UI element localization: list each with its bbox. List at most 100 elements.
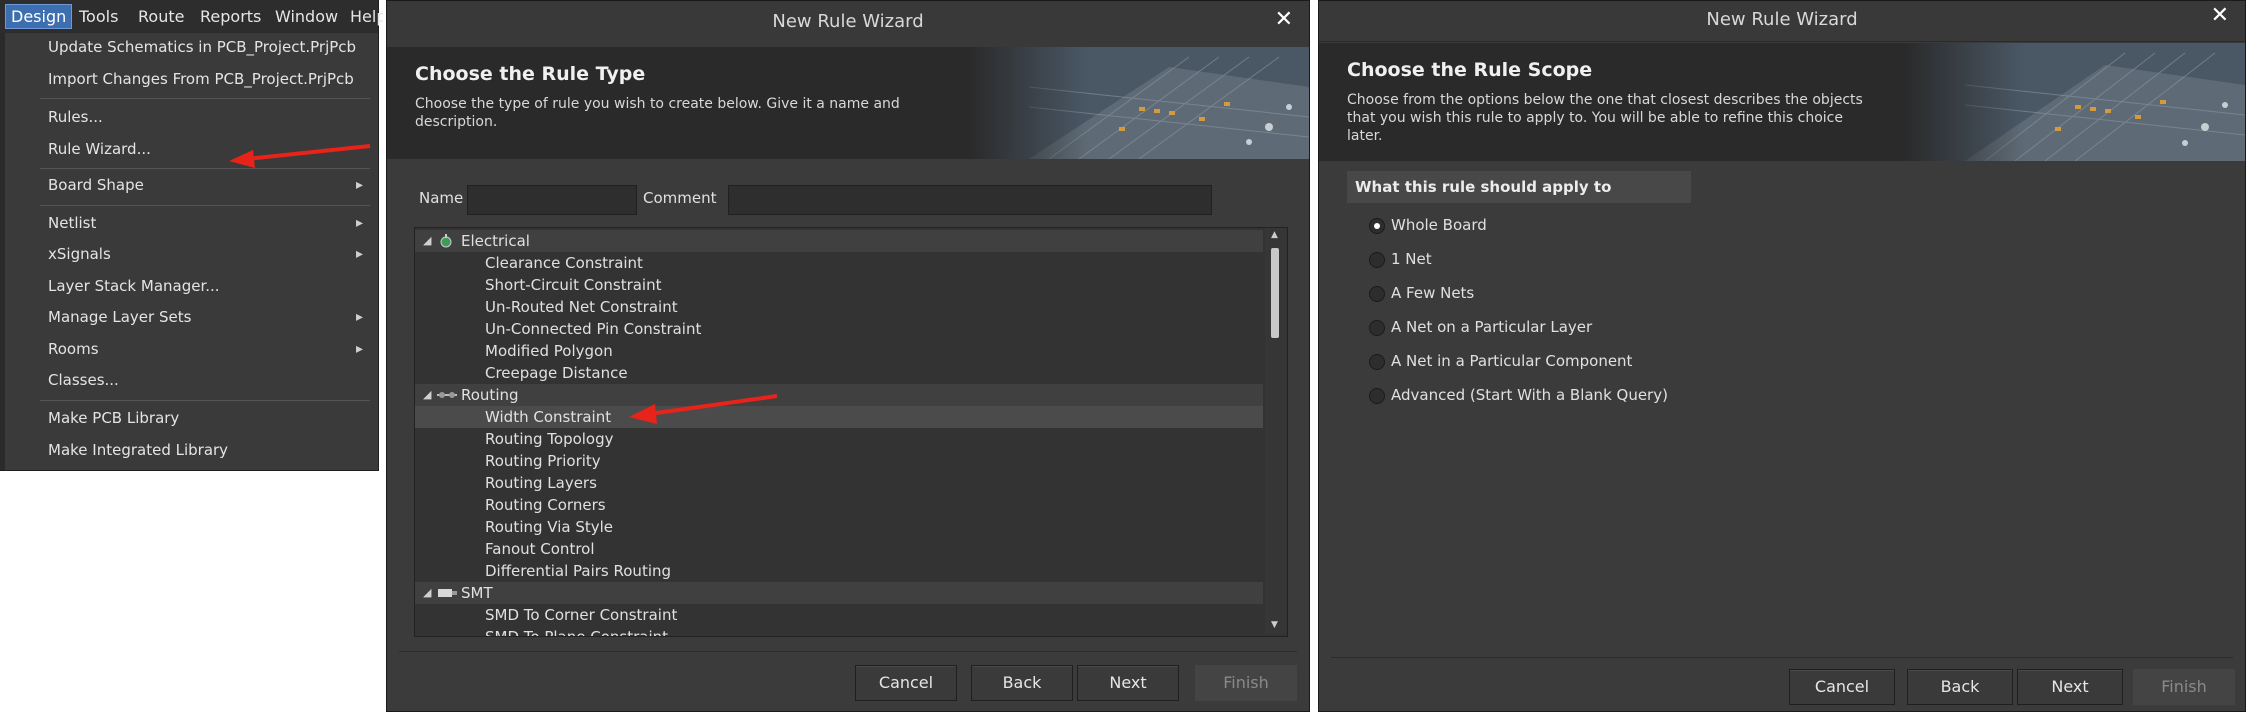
menu-item-label: Make Integrated Library: [48, 441, 229, 459]
cancel-button[interactable]: Cancel: [855, 665, 957, 701]
expand-triangle-icon[interactable]: ◢: [423, 230, 431, 252]
radio-label: A Net in a Particular Component: [1391, 352, 1633, 370]
tree-label: Electrical: [461, 232, 530, 250]
tree-scrollbar[interactable]: ▲ ▼: [1265, 228, 1286, 634]
expand-triangle-icon[interactable]: ◢: [423, 384, 431, 406]
comment-input[interactable]: [728, 185, 1212, 215]
menu-xsignals[interactable]: xSignals ▸: [48, 241, 363, 267]
menu-rule-wizard[interactable]: Rule Wizard...: [48, 136, 363, 162]
menu-item-label: Make PCB Library: [48, 409, 180, 427]
comment-label: Comment: [643, 189, 717, 207]
tree-item[interactable]: Creepage Distance: [415, 362, 1263, 384]
menu-netlist[interactable]: Netlist ▸: [48, 210, 363, 236]
menu-layer-stack-manager[interactable]: Layer Stack Manager...: [48, 273, 363, 299]
radio-icon[interactable]: [1369, 320, 1385, 336]
close-icon[interactable]: ✕: [2211, 3, 2229, 28]
scroll-up-icon[interactable]: ▲: [1271, 230, 1278, 240]
menu-manage-layer-sets[interactable]: Manage Layer Sets ▸: [48, 304, 363, 330]
next-button[interactable]: Next: [1077, 665, 1179, 701]
dialog-title: New Rule Wizard: [1706, 9, 1858, 30]
scrollbar-thumb[interactable]: [1271, 248, 1279, 338]
menu-make-pcb-library[interactable]: Make PCB Library: [48, 405, 363, 431]
tree-label: Differential Pairs Routing: [485, 562, 672, 580]
radio-icon[interactable]: [1369, 354, 1385, 370]
dialog-banner: Choose the Rule Scope Choose from the op…: [1319, 43, 2245, 161]
rule-type-tree[interactable]: ◢ Electrical Clearance Constraint Short-…: [414, 227, 1288, 637]
menu-gutter: [0, 33, 5, 470]
menubar-design[interactable]: Design: [4, 4, 73, 29]
banner-heading: Choose the Rule Scope: [1347, 59, 1593, 81]
rule-scope-dialog: New Rule Wizard ✕ Choose the Rule Scope …: [1318, 0, 2246, 712]
tree-item[interactable]: Un-Routed Net Constraint: [415, 296, 1263, 318]
tree-label: Routing Corners: [485, 496, 606, 514]
expand-triangle-icon[interactable]: ◢: [423, 582, 431, 604]
menu-classes[interactable]: Classes...: [48, 367, 363, 393]
tree-item[interactable]: SMD To Plane Constraint: [415, 626, 1263, 636]
menu-item-label: Layer Stack Manager...: [48, 277, 220, 295]
menu-rooms[interactable]: Rooms ▸: [48, 336, 363, 362]
close-icon[interactable]: ✕: [1275, 7, 1293, 32]
tree-item[interactable]: Routing Layers: [415, 472, 1263, 494]
radio-icon[interactable]: [1369, 388, 1385, 404]
smt-icon: [438, 589, 457, 597]
menu-item-label: xSignals: [48, 245, 111, 263]
tree-label: Fanout Control: [485, 540, 595, 558]
back-button[interactable]: Back: [971, 665, 1073, 701]
scope-group-header: What this rule should apply to: [1347, 171, 1691, 203]
name-input[interactable]: [467, 185, 637, 215]
menubar-route[interactable]: Route: [133, 5, 189, 28]
tree-category-electrical[interactable]: ◢ Electrical: [415, 230, 1263, 252]
tree-item[interactable]: SMD To Corner Constraint: [415, 604, 1263, 626]
pcb-banner-image: [1905, 43, 2245, 161]
menubar-reports[interactable]: Reports: [195, 5, 266, 28]
tree-item[interactable]: Routing Topology: [415, 428, 1263, 450]
chevron-right-icon: ▸: [355, 215, 363, 231]
menubar-help[interactable]: Help: [345, 5, 383, 28]
menu-item-label: Classes...: [48, 371, 119, 389]
next-button[interactable]: Next: [2017, 669, 2123, 705]
menu-update-schematics[interactable]: Update Schematics in PCB_Project.PrjPcb: [48, 34, 363, 60]
menu-item-label: Board Shape: [48, 176, 144, 194]
menubar-tools[interactable]: Tools: [74, 5, 123, 28]
dialog-titlebar: New Rule Wizard ✕: [1319, 1, 2245, 42]
pcb-banner-image: [969, 47, 1309, 159]
scroll-down-icon[interactable]: ▼: [1271, 620, 1278, 630]
dialog-titlebar: New Rule Wizard ✕: [387, 1, 1309, 48]
radio-icon[interactable]: [1369, 252, 1385, 268]
tree-category-smt[interactable]: ◢ SMT: [415, 582, 1263, 604]
tree-label: Modified Polygon: [485, 342, 613, 360]
menu-rules[interactable]: Rules...: [48, 104, 363, 130]
tree-item[interactable]: Clearance Constraint: [415, 252, 1263, 274]
menubar: Design Tools Route Reports Window Help: [0, 0, 383, 33]
tree-item-selected[interactable]: Width Constraint: [415, 406, 1263, 428]
tree-item[interactable]: Differential Pairs Routing: [415, 560, 1263, 582]
menu-item-label: Update Schematics in PCB_Project.PrjPcb: [48, 38, 357, 56]
radio-icon[interactable]: [1369, 286, 1385, 302]
tree-label: Width Constraint: [485, 408, 612, 426]
finish-button[interactable]: Finish: [1195, 665, 1297, 701]
banner-description: Choose from the options below the one th…: [1347, 92, 1863, 144]
tree-category-routing[interactable]: ◢ Routing: [415, 384, 1263, 406]
cancel-button[interactable]: Cancel: [1789, 669, 1895, 705]
finish-button[interactable]: Finish: [2133, 669, 2235, 705]
tree-item[interactable]: Short-Circuit Constraint: [415, 274, 1263, 296]
tree-item[interactable]: Un-Connected Pin Constraint: [415, 318, 1263, 340]
tree-label: Routing Via Style: [485, 518, 614, 536]
menubar-window[interactable]: Window: [270, 5, 343, 28]
electrical-icon: [440, 234, 452, 248]
tree-item[interactable]: Modified Polygon: [415, 340, 1263, 362]
tree-item[interactable]: Routing Corners: [415, 494, 1263, 516]
tree-item[interactable]: Fanout Control: [415, 538, 1263, 560]
tree-label: Routing Layers: [485, 474, 597, 492]
menu-make-integrated-library[interactable]: Make Integrated Library: [48, 437, 363, 463]
menu-separator: [40, 168, 370, 169]
tree-item[interactable]: Routing Via Style: [415, 516, 1263, 538]
menu-board-shape[interactable]: Board Shape ▸: [48, 172, 363, 198]
back-button[interactable]: Back: [1907, 669, 2013, 705]
tree-label: Un-Routed Net Constraint: [485, 298, 678, 316]
routing-icon: [437, 392, 457, 398]
menu-import-changes[interactable]: Import Changes From PCB_Project.PrjPcb: [48, 66, 363, 92]
tree-item[interactable]: Routing Priority: [415, 450, 1263, 472]
menu-item-label: Rule Wizard...: [48, 140, 151, 158]
radio-selected-icon[interactable]: [1369, 218, 1385, 234]
